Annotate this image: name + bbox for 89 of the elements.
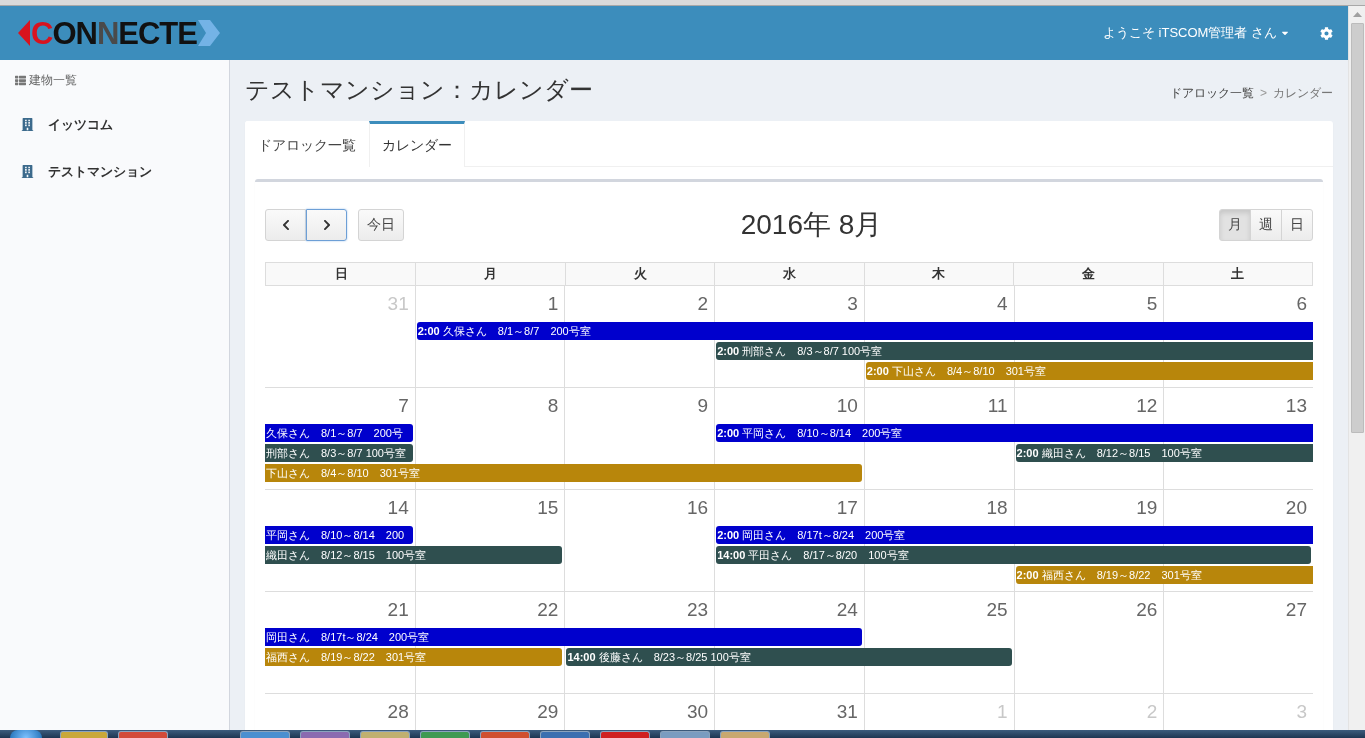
taskbar-icon[interactable]: [360, 731, 410, 738]
day-number: 14: [387, 496, 410, 517]
breadcrumb-link[interactable]: ドアロック一覧: [1170, 84, 1254, 102]
day-number: 27: [1285, 598, 1308, 619]
day-number: 4: [997, 292, 1009, 313]
today-button[interactable]: 今日: [358, 209, 404, 241]
taskbar-icon[interactable]: [420, 731, 470, 738]
day-number: 10: [836, 394, 859, 415]
calendar-event[interactable]: 14:00 後藤さん 8/23～8/25 100号室: [566, 648, 1012, 666]
scrollbar[interactable]: [1348, 6, 1365, 730]
day-number: 18: [986, 496, 1009, 517]
sidebar-item[interactable]: テストマンション: [0, 148, 229, 195]
settings-icon[interactable]: [1320, 26, 1333, 40]
day-number: 16: [687, 496, 710, 517]
scroll-up-arrow-icon[interactable]: [1352, 12, 1362, 17]
current-page-label: カレンダー: [1273, 84, 1333, 102]
previous-month-button[interactable]: [265, 209, 306, 241]
logo-arrow-icon: [197, 20, 220, 46]
view-button[interactable]: 週: [1250, 209, 1282, 241]
calendar-event[interactable]: 平岡さん 8/10～8/14 200: [265, 526, 413, 544]
weekday-label: 金: [1013, 263, 1163, 285]
day-number: 2: [697, 292, 710, 313]
day-number: 1: [547, 292, 560, 313]
taskbar-icon[interactable]: [720, 731, 770, 738]
calendar-event[interactable]: 2:00 織田さん 8/12～8/15 100号室: [1015, 444, 1313, 462]
day-number: 6: [1296, 292, 1308, 313]
weekday-label: 日: [333, 265, 349, 283]
taskbar-icon[interactable]: [660, 731, 710, 738]
building-icon: [21, 165, 34, 178]
taskbar-icon[interactable]: [118, 731, 168, 738]
day-number: 3: [847, 292, 859, 313]
calendar-event[interactable]: 2:00 久保さん 8/1～8/7 200号室: [416, 322, 1313, 340]
taskbar-icon[interactable]: [240, 731, 290, 738]
calendar-event[interactable]: 久保さん 8/1～8/7 200号: [265, 424, 413, 442]
path-separator: >: [1259, 86, 1268, 100]
taskbar-icon[interactable]: [540, 731, 590, 738]
day-number: 31: [836, 700, 859, 721]
taskbar-icon[interactable]: [300, 731, 350, 738]
calendar-event[interactable]: 2:00 刑部さん 8/3～8/7 100号室: [716, 342, 1313, 360]
day-number: 12: [1136, 394, 1159, 415]
calendar-event[interactable]: 2:00 岡田さん 8/17t～8/24 200号室: [716, 526, 1313, 544]
calendar-event[interactable]: 岡田さん 8/17t～8/24 200号室: [265, 628, 862, 646]
day-number: 25: [986, 598, 1009, 619]
sidebar-item[interactable]: イッツコム: [0, 101, 229, 148]
calendar-title: 2016年 8月: [739, 208, 884, 242]
tab[interactable]: カレンダー: [369, 121, 465, 167]
weekday-label: 木: [863, 263, 1014, 285]
weekday-label: 土: [1162, 263, 1312, 285]
day-number: 15: [537, 496, 560, 517]
day-number: 13: [1285, 394, 1308, 415]
scrollbar-thumb[interactable]: [1350, 23, 1364, 433]
view-button[interactable]: 月: [1219, 209, 1251, 241]
calendar-event[interactable]: 織田さん 8/12～8/15 100号室: [265, 546, 563, 564]
start-button-icon[interactable]: [10, 730, 42, 738]
logo-arrow-icon: [18, 20, 30, 46]
day-number: 30: [687, 700, 710, 721]
building-icon: [21, 118, 34, 131]
taskbar-icon[interactable]: [60, 731, 108, 738]
weekday-label: 火: [564, 263, 715, 285]
sidebar-heading: 建物一覧: [29, 71, 77, 89]
day-number: 21: [387, 598, 410, 619]
day-number: 7: [398, 394, 410, 415]
day-number: 11: [987, 394, 1009, 415]
day-number: 29: [537, 700, 560, 721]
day-number: 24: [836, 598, 859, 619]
day-number: 22: [537, 598, 560, 619]
weekday-label: 月: [415, 263, 565, 285]
taskbar-icon[interactable]: [600, 731, 650, 738]
calendar-event[interactable]: 2:00 平岡さん 8/10～8/14 200号室: [716, 424, 1313, 442]
next-month-button[interactable]: [306, 209, 347, 241]
list-icon: [15, 74, 26, 86]
day-number: 26: [1136, 598, 1159, 619]
calendar-event[interactable]: 14:00 平田さん 8/17～8/20 100号室: [716, 546, 1311, 564]
view-button[interactable]: 日: [1281, 209, 1313, 241]
day-number: 5: [1146, 292, 1159, 313]
day-number: 8: [547, 394, 560, 415]
day-number: 9: [697, 394, 710, 415]
logo-text: CONNECTE: [31, 17, 197, 49]
taskbar-icon[interactable]: [480, 731, 530, 738]
day-number: 20: [1285, 496, 1308, 517]
page-title: テストマンション：カレンダー: [245, 75, 593, 105]
calendar-event[interactable]: 刑部さん 8/3～8/7 100号室: [265, 444, 413, 462]
user-menu[interactable]: ようこそ iTSCOM管理者 さん: [1102, 24, 1290, 42]
day-number: 19: [1136, 496, 1159, 517]
day-number: 23: [687, 598, 710, 619]
tab[interactable]: ドアロック一覧: [245, 121, 369, 167]
day-number: 28: [387, 700, 410, 721]
day-number: 17: [836, 496, 859, 517]
weekday-label: 水: [714, 263, 864, 285]
